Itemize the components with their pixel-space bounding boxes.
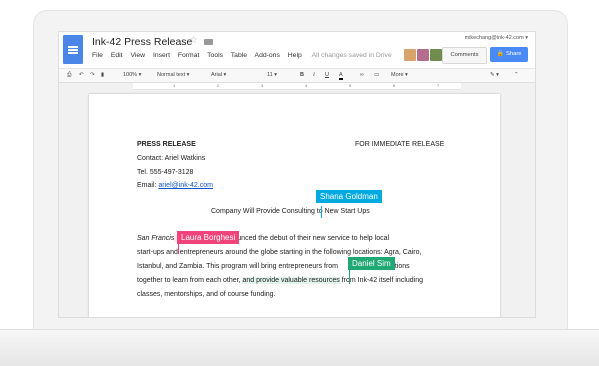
formatting-toolbar: ⎙ ↶ ↷ ▮ 100% ▾ Normal text ▾ Arial ▾ 11 … [59,68,535,83]
ruler-tick: 4 [305,83,308,88]
ruler: 1 2 3 4 5 6 7 [133,83,461,90]
style-select[interactable]: Normal text ▾ [157,72,189,78]
lock-icon: 🔒 [496,51,504,57]
ruler-tick: 7 [437,83,440,88]
italic-icon[interactable]: I [313,72,315,78]
paint-format-icon[interactable]: ▮ [101,72,104,78]
collaborator-cursor [349,270,350,284]
collaborator-avatars [404,48,443,66]
collaborator-cursor [178,243,179,254]
menu-bar: File Edit View Insert Format Tools Table… [92,52,398,59]
save-status: All changes saved in Drive [311,52,392,59]
collapse-icon[interactable]: ⌃ [514,72,519,78]
highlighted-text: and provide valuable resources [242,277,340,284]
ruler-tick: 1 [173,83,176,88]
ruler-tick: 5 [349,83,352,88]
press-release-heading: PRESS RELEASE [137,141,196,148]
more-button[interactable]: More ▾ [391,72,408,78]
laptop-base [0,329,599,366]
document-title[interactable]: Ink-42 Press Release [92,36,192,48]
contact-line: Contact: Ariel Watkins [137,155,206,162]
pen-icon[interactable]: ✎ ▾ [490,72,499,78]
immediate-release-label: FOR IMMEDIATE RELEASE [355,141,445,148]
comment-icon[interactable]: ▭ [374,72,379,78]
menu-edit[interactable]: Edit [111,52,123,59]
text-color-icon[interactable]: A [339,72,343,80]
ruler-tick: 2 [217,83,220,88]
paragraph-line: start-ups and entrepreneurs around the g… [137,249,422,256]
paragraph-line: San Francis Ink-42 announced the debut o… [137,235,390,242]
collaborator-label-daniel: Daniel Sim [348,257,395,270]
email-link[interactable]: ariel@ink-42.com [158,182,213,189]
menu-addons[interactable]: Add-ons [255,52,280,59]
menu-format[interactable]: Format [178,52,200,59]
ruler-tick: 6 [393,83,396,88]
menu-file[interactable]: File [92,52,103,59]
font-select[interactable]: Arial ▾ [211,72,226,78]
menu-tools[interactable]: Tools [207,52,223,59]
comments-button[interactable]: Comments [442,47,487,64]
user-email[interactable]: mikechang@ink-42.com ▾ [465,35,528,41]
collaborator-label-shana: Shana Goldman [316,190,382,203]
share-label: Share [506,51,522,57]
menu-help[interactable]: Help [288,52,302,59]
app-header: Ink-42 Press Release ☆ File Edit View In… [59,32,535,68]
avatar[interactable] [417,49,429,61]
print-icon[interactable]: ⎙ [67,72,71,79]
font-size-select[interactable]: 11 ▾ [267,72,277,78]
collaborator-cursor [321,206,322,218]
document-page[interactable]: PRESS RELEASE FOR IMMEDIATE RELEASE Cont… [89,94,500,317]
undo-icon[interactable]: ↶ [79,72,84,78]
collaborator-label-laura: Laura Borghesi [177,231,240,244]
bold-icon[interactable]: B [300,72,304,78]
paragraph-line: together to learn from each other, and p… [137,277,424,284]
menu-table[interactable]: Table [231,52,247,59]
redo-icon[interactable]: ↷ [90,72,95,78]
star-icon[interactable]: ☆ [189,35,198,46]
share-button[interactable]: 🔒 Share [490,47,528,62]
tel-line: Tel. 555-497-3128 [137,169,194,176]
folder-icon[interactable] [204,39,213,45]
headline: Company Will Provide Consulting to New S… [211,208,370,215]
menu-view[interactable]: View [130,52,145,59]
link-icon[interactable]: ∞ [360,72,364,78]
paragraph-line: classes, mentorships, and of course fund… [137,291,276,298]
email-line: Email: ariel@ink-42.com [137,182,213,189]
docs-logo-icon[interactable] [63,35,83,64]
menu-insert[interactable]: Insert [153,52,170,59]
avatar[interactable] [404,49,416,61]
docs-window: Ink-42 Press Release ☆ File Edit View In… [58,31,536,318]
zoom-select[interactable]: 100% ▾ [123,72,141,78]
ruler-tick: 3 [261,83,264,88]
avatar[interactable] [430,49,442,61]
underline-icon[interactable]: U [325,72,329,78]
